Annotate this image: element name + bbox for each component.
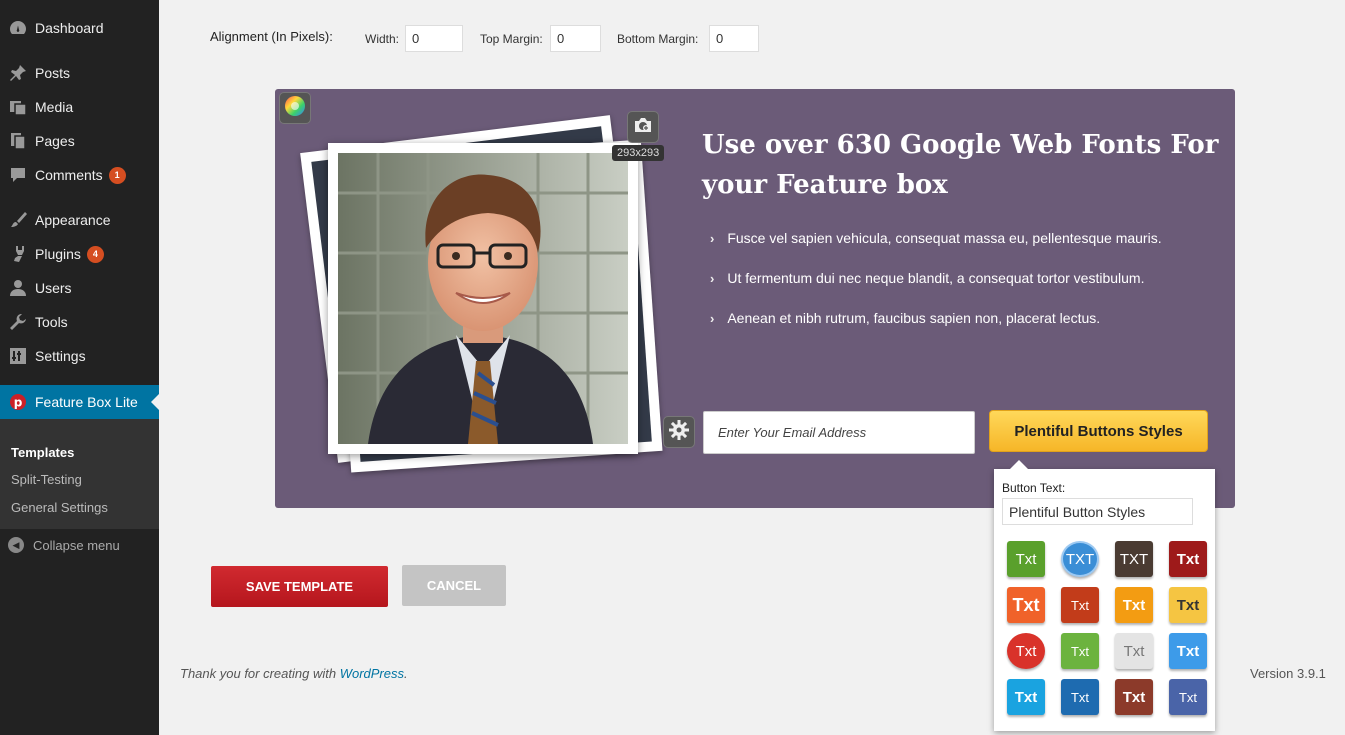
version-text: Version 3.9.1 — [1250, 666, 1326, 681]
menu-users[interactable]: Users — [0, 271, 159, 305]
button-style-swatch[interactable]: Txt — [1169, 633, 1207, 669]
comments-count-badge: 1 — [108, 166, 126, 184]
admin-sidebar: Dashboard Posts Media Pages Comments 1 A… — [0, 0, 159, 735]
gear-icon — [668, 419, 690, 446]
pinterest-icon: p — [8, 392, 28, 412]
collapse-label: Collapse menu — [33, 537, 120, 553]
button-style-swatch[interactable]: Txt — [1115, 587, 1153, 623]
bullet-text: Aenean et nibh rutrum, faucibus sapien n… — [727, 310, 1101, 326]
menu-label: Users — [35, 280, 72, 296]
top-margin-label: Top Margin: — [480, 32, 543, 46]
menu-comments[interactable]: Comments 1 — [0, 158, 159, 192]
bullet-text: Fusce vel sapien vehicula, consequat mas… — [727, 230, 1162, 246]
comment-icon — [8, 165, 28, 185]
color-wheel-icon — [284, 95, 306, 122]
button-style-swatch[interactable]: Txt — [1007, 679, 1045, 715]
feature-box-submenu: Templates Split-Testing General Settings — [0, 419, 159, 529]
button-style-swatch[interactable]: Txt — [1007, 633, 1045, 669]
menu-label: Plugins — [35, 246, 81, 262]
email-input[interactable]: Enter Your Email Address — [703, 411, 975, 454]
bottom-margin-label: Bottom Margin: — [617, 32, 699, 46]
menu-feature-box-lite[interactable]: p Feature Box Lite — [0, 385, 159, 419]
width-label: Width: — [365, 32, 400, 46]
submenu-templates[interactable]: Templates — [11, 445, 74, 460]
button-style-swatch[interactable]: Txt — [1061, 633, 1099, 669]
form-settings-button[interactable] — [663, 416, 695, 448]
bottom-margin-input[interactable]: 0 — [709, 25, 759, 52]
button-style-swatch[interactable]: Txt — [1115, 633, 1153, 669]
button-style-swatch[interactable]: Txt — [1169, 541, 1207, 577]
chevron-right-icon: › — [710, 310, 715, 326]
button-style-swatch[interactable]: Txt — [1169, 679, 1207, 715]
footer-thanks-text: Thank you for creating with — [180, 666, 340, 681]
alignment-label: Alignment (In Pixels): — [210, 29, 333, 44]
feature-headline: Use over 630 Google Web Fonts For your F… — [702, 130, 1219, 200]
wordpress-link[interactable]: WordPress — [340, 666, 404, 681]
cancel-button[interactable]: CANCEL — [402, 565, 506, 606]
button-style-swatch[interactable]: Txt — [1007, 541, 1045, 577]
menu-appearance[interactable]: Appearance — [0, 203, 159, 237]
menu-tools[interactable]: Tools — [0, 305, 159, 339]
media-icon — [8, 97, 28, 117]
menu-label: Tools — [35, 314, 68, 330]
save-template-button[interactable]: SAVE TEMPLATE — [211, 566, 388, 607]
feature-bullet: › Ut fermentum dui nec neque blandit, a … — [710, 270, 1144, 286]
plug-icon — [8, 244, 28, 264]
button-style-swatch[interactable]: Txt — [1007, 587, 1045, 623]
menu-label: Comments — [35, 167, 103, 183]
menu-label: Feature Box Lite — [35, 394, 138, 410]
top-margin-input[interactable]: 0 — [550, 25, 601, 52]
collapse-menu-button[interactable]: ◀ Collapse menu — [8, 537, 120, 553]
button-style-swatch[interactable]: TXT — [1115, 541, 1153, 577]
chevron-right-icon: › — [710, 270, 715, 286]
button-style-popup: Button Text: Plentiful Button Styles Txt… — [994, 460, 1215, 731]
footer-thanks-suffix: . — [404, 666, 408, 681]
menu-posts[interactable]: Posts — [0, 56, 159, 90]
dashboard-icon — [8, 18, 28, 38]
button-style-swatch[interactable]: Txt — [1061, 587, 1099, 623]
menu-pages[interactable]: Pages — [0, 124, 159, 158]
menu-label: Settings — [35, 348, 86, 364]
image-size-badge: 293x293 — [612, 145, 665, 161]
feature-image — [338, 153, 628, 444]
bullet-text: Ut fermentum dui nec neque blandit, a co… — [727, 270, 1145, 286]
color-picker-button[interactable] — [279, 92, 311, 124]
menu-label: Dashboard — [35, 20, 104, 36]
change-image-button[interactable] — [627, 111, 659, 143]
footer-thanks: Thank you for creating with WordPress. — [180, 666, 408, 681]
button-style-swatch[interactable]: Txt — [1115, 679, 1153, 715]
width-input[interactable]: 0 — [405, 25, 463, 52]
pages-icon — [8, 131, 28, 151]
button-style-swatch[interactable]: Txt — [1169, 587, 1207, 623]
pin-icon — [8, 63, 28, 83]
button-text-input[interactable]: Plentiful Button Styles — [1002, 498, 1193, 525]
svg-text:p: p — [14, 396, 23, 410]
menu-settings[interactable]: Settings — [0, 339, 159, 373]
user-icon — [8, 278, 28, 298]
menu-label: Appearance — [35, 212, 111, 228]
button-style-swatch[interactable]: Txt — [1061, 679, 1099, 715]
feature-bullet: › Fusce vel sapien vehicula, consequat m… — [710, 230, 1162, 246]
cta-button[interactable]: Plentiful Buttons Styles — [989, 410, 1208, 452]
button-style-swatch[interactable]: TXT — [1061, 541, 1099, 577]
menu-label: Posts — [35, 65, 71, 81]
collapse-icon: ◀ — [8, 537, 24, 553]
submenu-split-testing[interactable]: Split-Testing — [11, 472, 82, 487]
wrench-icon — [8, 312, 28, 332]
menu-label: Pages — [35, 133, 75, 149]
brush-icon — [8, 210, 28, 230]
settings-icon — [8, 346, 28, 366]
button-text-label: Button Text: — [1002, 481, 1066, 495]
feature-image-frame[interactable] — [328, 143, 638, 454]
menu-dashboard[interactable]: Dashboard — [0, 11, 159, 45]
submenu-general-settings[interactable]: General Settings — [11, 500, 108, 515]
menu-plugins[interactable]: Plugins 4 — [0, 237, 159, 271]
camera-icon — [633, 116, 653, 139]
menu-media[interactable]: Media — [0, 90, 159, 124]
chevron-right-icon: › — [710, 230, 715, 246]
menu-label: Media — [35, 99, 74, 115]
plugins-count-badge: 4 — [86, 245, 104, 263]
feature-bullet: › Aenean et nibh rutrum, faucibus sapien… — [710, 310, 1100, 326]
